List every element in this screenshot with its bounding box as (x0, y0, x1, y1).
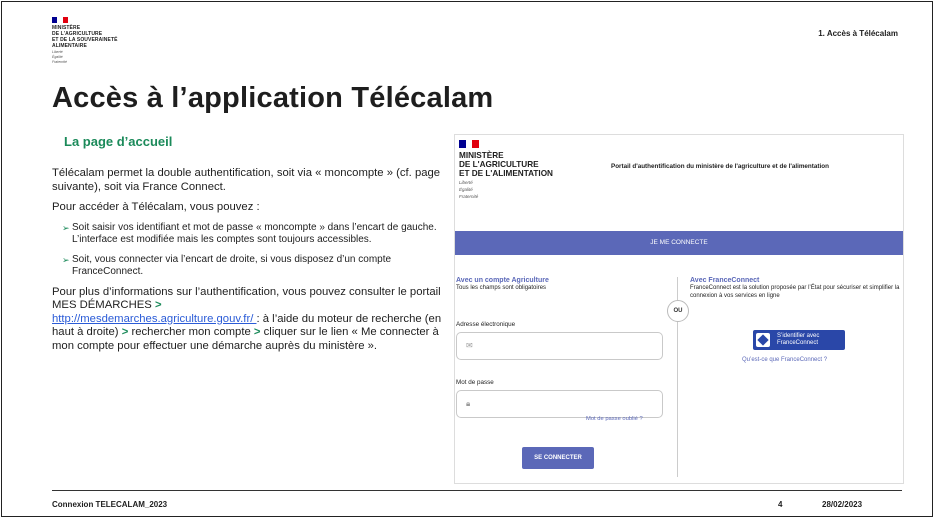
paragraph-info: Pour plus d’informations sur l’authentif… (52, 286, 442, 354)
portal-ministry-line: MINISTÈRE (459, 151, 504, 160)
page-subtitle: La page d’accueil (64, 134, 173, 149)
arrow-bullet-icon: ➢ (62, 254, 70, 265)
slide: MINISTÈRE DE L'AGRICULTURE ET DE LA SOUV… (1, 1, 933, 517)
email-field[interactable]: ✉ (456, 332, 663, 360)
connect-bar: JE ME CONNECTE (455, 231, 903, 255)
password-label: Mot de passe (456, 379, 494, 386)
arrow-separator: > (154, 299, 162, 311)
footer-title: Connexion TELECALAM_2023 (52, 500, 168, 509)
password-field[interactable]: 🔒︎ (456, 390, 663, 418)
paragraph-intro: Télécalam permet la double authentificat… (52, 167, 441, 193)
franceconnect-button-line2: FranceConnect (777, 340, 819, 346)
envelope-icon: ✉ (466, 341, 473, 350)
info-text: rechercher mon compte (128, 326, 254, 338)
email-label: Adresse électronique (456, 321, 516, 328)
mesdemarches-link[interactable]: http://mesdemarches.agriculture.gouv.fr/ (52, 313, 256, 325)
page-title: Accès à l’application Télécalam (52, 82, 494, 114)
franceconnect-description: FranceConnect est la solution proposée p… (690, 285, 900, 299)
footer-date: 28/02/2023 (822, 500, 863, 509)
portal-motto-line: Fraternité (459, 194, 479, 199)
motto-line: Égalité (52, 55, 63, 59)
french-flag-icon (52, 17, 68, 23)
forgot-password-link[interactable]: Mot de passe oublié ? (586, 416, 643, 422)
arrow-separator: > (253, 326, 261, 338)
franceconnect-logo-icon (756, 333, 770, 347)
login-button[interactable]: SE CONNECTER (522, 447, 594, 469)
login-page-screenshot: MINISTÈRE DE L'AGRICULTURE ET DE L'ALIME… (454, 134, 904, 484)
ministry-logo: MINISTÈRE DE L'AGRICULTURE ET DE LA SOUV… (52, 17, 118, 64)
franceconnect-button-line1: S’identifier avec (777, 333, 820, 339)
motto-line: Liberté (52, 50, 63, 54)
ministry-name-line: ALIMENTAIRE (52, 43, 87, 49)
lock-icon: 🔒︎ (466, 399, 471, 408)
section-label: 1. Accès à Télécalam (818, 29, 898, 38)
portal-motto-line: Égalité (459, 187, 473, 192)
portal-ministry-line: ET DE L'ALIMENTATION (459, 169, 553, 178)
arrow-bullet-icon: ➢ (62, 222, 70, 233)
info-text: Pour plus d’informations sur l’authentif… (52, 285, 441, 312)
bullet-text: Soit, vous connecter via l’encart de dro… (72, 253, 392, 278)
page-number: 4 (778, 500, 783, 509)
body-text: Télécalam permet la double authentificat… (52, 167, 442, 360)
agriculture-account-title: Avec un compte Agriculture (456, 277, 549, 284)
list-item: ➢ Soit saisir vos identifiant et mot de p… (62, 221, 442, 247)
agriculture-account-panel: Avec un compte Agriculture Tous les cham… (456, 277, 666, 291)
or-separator: OU (667, 300, 689, 322)
portal-title: Portail d'authentification du ministère … (611, 163, 829, 170)
french-flag-icon (459, 140, 480, 148)
motto-line: Fraternité (52, 60, 67, 64)
franceconnect-button[interactable]: S’identifier avec FranceConnect (753, 330, 845, 350)
portal-ministry-line: DE L'AGRICULTURE (459, 160, 539, 169)
portal-motto-line: Liberté (459, 180, 473, 185)
paragraph-access: Pour accéder à Télécalam, vous pouvez : (52, 201, 260, 213)
bullet-text: Soit saisir vos identifiant et mot de pa… (72, 221, 437, 246)
bullet-list: ➢ Soit saisir vos identifiant et mot de p… (52, 222, 442, 279)
portal-ministry-logo: MINISTÈRE DE L'AGRICULTURE ET DE L'ALIME… (459, 140, 553, 199)
footer-divider (52, 490, 902, 491)
franceconnect-panel: Avec FranceConnect FranceConnect est la … (690, 277, 900, 300)
what-is-franceconnect-link[interactable]: Qu’est-ce que FranceConnect ? (742, 357, 827, 363)
list-item: ➢ Soit, vous connecter via l’encart de dr… (62, 253, 442, 279)
required-fields-note: Tous les champs sont obligatoires (456, 285, 547, 291)
franceconnect-title: Avec FranceConnect (690, 277, 760, 284)
